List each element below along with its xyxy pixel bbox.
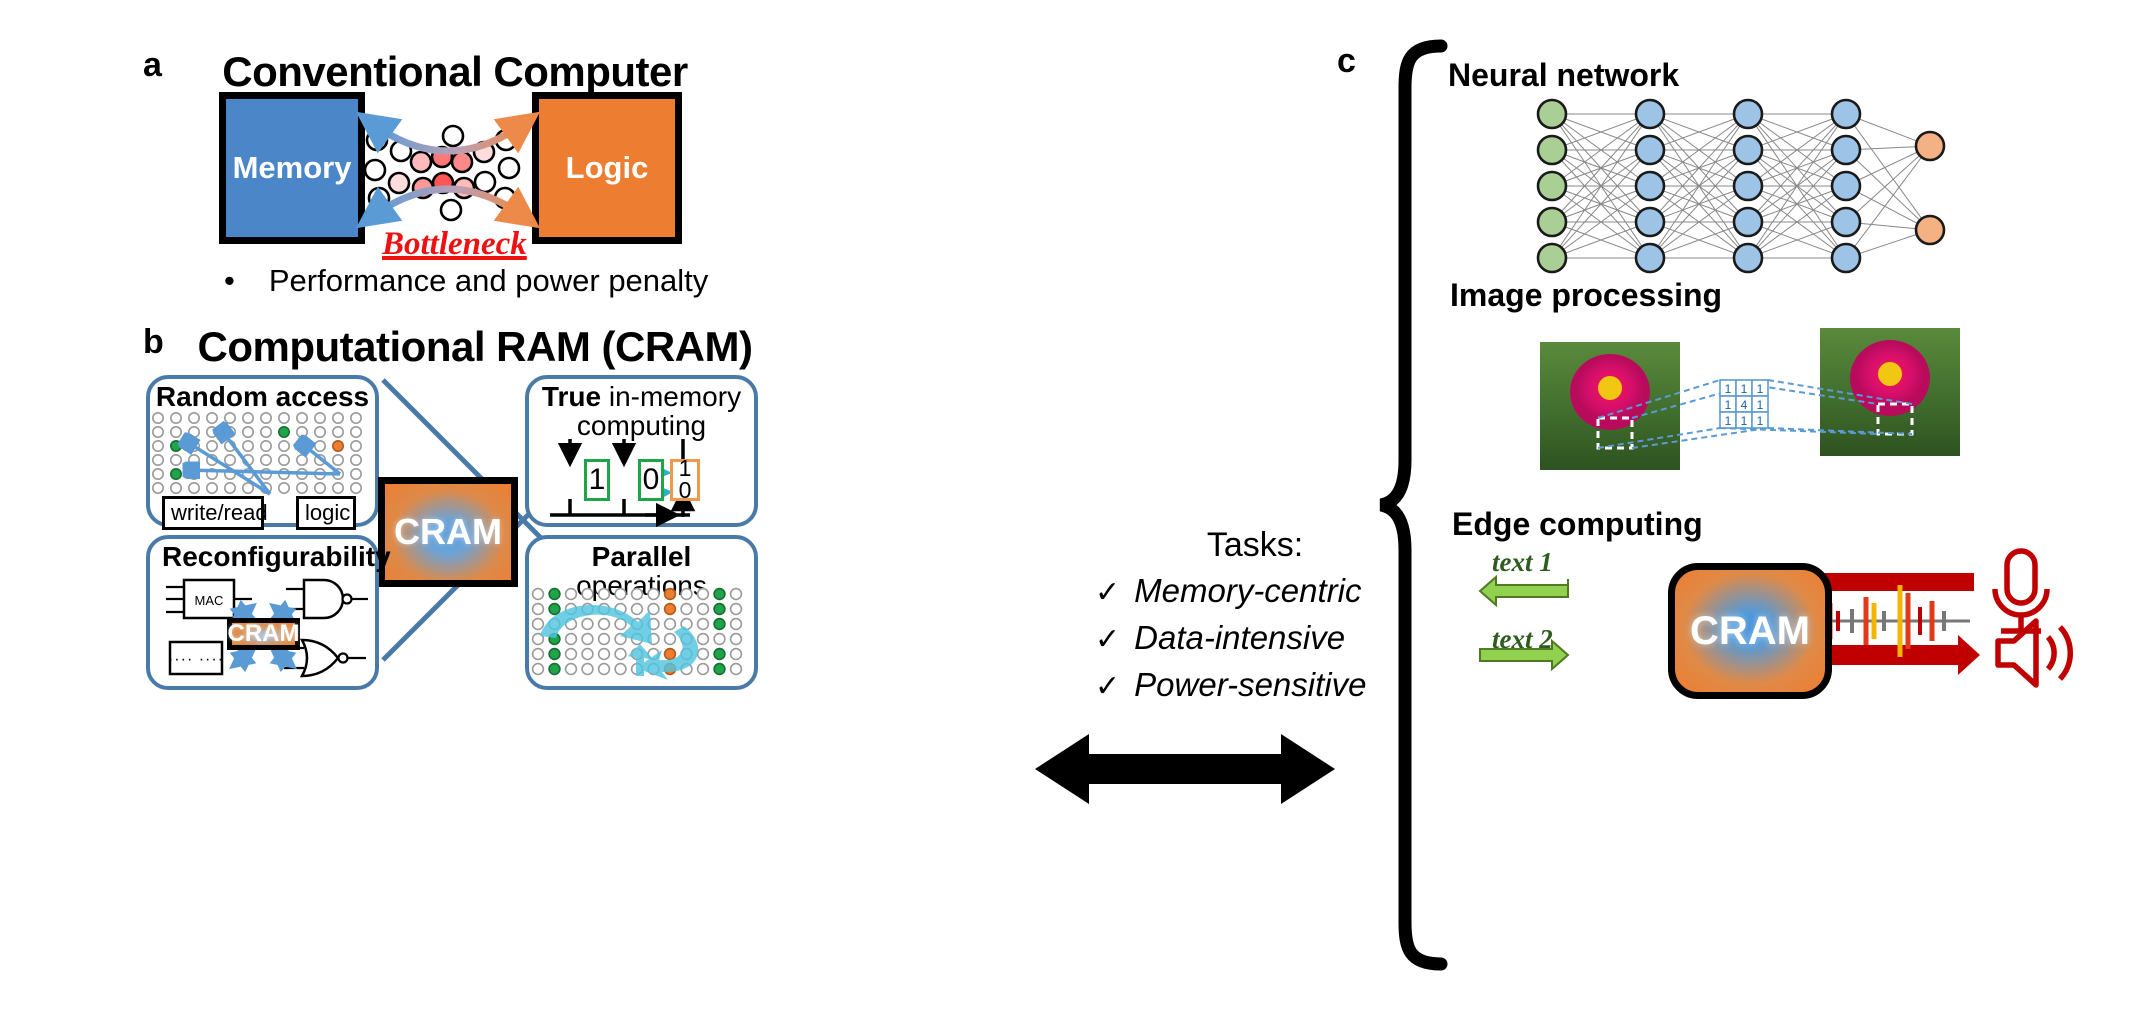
source-image bbox=[1540, 342, 1680, 470]
green-output-arrow bbox=[1478, 574, 1569, 608]
svg-text:···· ····: ···· ···· bbox=[168, 651, 224, 668]
edge-cram-block: CRAM bbox=[1668, 563, 1832, 699]
edge-computing-title: Edge computing bbox=[1452, 506, 1703, 542]
panel-a-letter: a bbox=[143, 46, 162, 84]
random-access-title: Random access bbox=[155, 381, 370, 412]
toggle-bottom-value: 0 bbox=[678, 477, 692, 503]
panel-c-letter: c bbox=[1337, 42, 1356, 80]
task-item: ✓ Power-sensitive bbox=[1095, 666, 1366, 704]
true-in-memory-title-rest: in-memory bbox=[601, 381, 742, 412]
panel-c-brace bbox=[1379, 39, 1448, 971]
svg-text:1: 1 bbox=[1757, 398, 1764, 412]
bottleneck-label: Bottleneck bbox=[382, 226, 527, 262]
svg-text:MAC: MAC bbox=[195, 593, 224, 608]
image-processing-graphic: 1 1 11 4 11 1 1 bbox=[1540, 328, 1960, 470]
parallel-grid bbox=[531, 587, 743, 680]
check-icon: ✓ bbox=[1095, 576, 1121, 609]
bidirectional-arrow bbox=[1035, 734, 1335, 804]
panel-a-bullet: • Performance and power penalty bbox=[224, 263, 708, 299]
true-in-memory-title: True in-memory computing bbox=[529, 379, 754, 440]
check-icon: ✓ bbox=[1095, 670, 1121, 703]
logic-block-label: Logic bbox=[565, 150, 649, 185]
bit-cell-1: 1 bbox=[584, 459, 610, 501]
panel-b-title: Computational RAM (CRAM) bbox=[197, 323, 753, 370]
tasks-list: ✓ Memory-centric ✓ Data-intensive ✓ Powe… bbox=[1095, 572, 1366, 704]
bullet-marker: • bbox=[224, 263, 235, 298]
task-item: ✓ Memory-centric bbox=[1095, 572, 1366, 610]
neural-network-title: Neural network bbox=[1448, 57, 1680, 93]
svg-text:1: 1 bbox=[1725, 382, 1732, 396]
svg-text:1: 1 bbox=[1725, 398, 1732, 412]
svg-text:1: 1 bbox=[1757, 414, 1764, 428]
parallel-title-bold: Parallel bbox=[591, 541, 692, 572]
convolution-kernel: 1 1 11 4 11 1 1 bbox=[1719, 379, 1769, 429]
memory-block-label: Memory bbox=[232, 150, 352, 185]
reconfigurability-cram-label: CRAM bbox=[227, 620, 300, 647]
reconfigurability-cram-block: CRAM bbox=[227, 618, 300, 650]
bit-cell-toggle: 1 0 bbox=[670, 457, 700, 503]
task-label: Power-sensitive bbox=[1134, 666, 1367, 703]
cram-core-block: CRAM bbox=[378, 477, 518, 587]
green-input-arrow bbox=[1479, 638, 1570, 672]
bit-cell-0: 0 bbox=[638, 459, 664, 501]
image-processing-title: Image processing bbox=[1450, 277, 1723, 313]
edge-cram-label: CRAM bbox=[1690, 608, 1810, 653]
cram-core-label: CRAM bbox=[394, 511, 502, 552]
memory-block: Memory bbox=[219, 92, 365, 244]
bullet-text: Performance and power penalty bbox=[268, 263, 709, 298]
task-label: Data-intensive bbox=[1134, 619, 1346, 656]
svg-text:4: 4 bbox=[1741, 398, 1748, 412]
svg-text:1: 1 bbox=[1741, 414, 1748, 428]
true-in-memory-title-bold: True bbox=[541, 381, 602, 412]
svg-text:1: 1 bbox=[1725, 414, 1732, 428]
svg-text:1: 1 bbox=[1757, 382, 1764, 396]
logic-label: logic bbox=[296, 496, 356, 530]
task-item: ✓ Data-intensive bbox=[1095, 619, 1366, 657]
microphone-icon bbox=[1992, 548, 2050, 634]
task-label: Memory-centric bbox=[1134, 572, 1362, 609]
tasks-heading: Tasks: bbox=[1206, 526, 1304, 564]
panel-b-letter: b bbox=[143, 323, 164, 361]
random-access-grid bbox=[152, 412, 363, 496]
check-icon: ✓ bbox=[1095, 623, 1121, 656]
neural-network-graphic bbox=[1536, 98, 1946, 274]
svg-text:1: 1 bbox=[1741, 382, 1748, 396]
reconfigurability-title: Reconfigurability bbox=[162, 541, 391, 572]
true-in-memory-title-line2: computing bbox=[576, 409, 707, 441]
write-read-label: write/read bbox=[162, 496, 268, 530]
logic-block: Logic bbox=[532, 92, 682, 244]
